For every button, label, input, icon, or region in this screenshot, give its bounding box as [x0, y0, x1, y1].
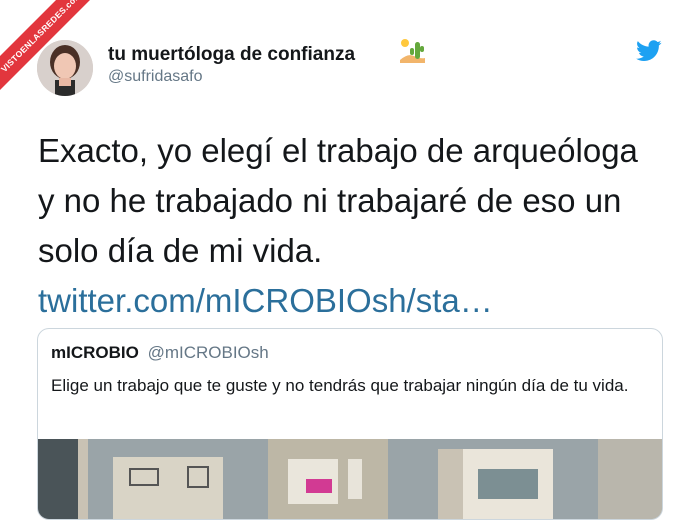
tweet-text-line: Exacto, yo elegí el trabajo de arqueólog… — [38, 132, 638, 169]
desert-cactus-emoji — [400, 39, 425, 63]
quoted-author-handle[interactable]: @mICROBIOsh — [148, 343, 269, 362]
tweet-text-line: solo día de mi vida. — [38, 232, 323, 269]
quoted-tweet-header: mICROBIO @mICROBIOsh — [51, 343, 269, 363]
tweet-link[interactable]: twitter.com/mICROBIOsh/sta… — [38, 276, 678, 326]
avatar[interactable] — [37, 40, 93, 96]
avatar-photo — [37, 40, 93, 96]
quoted-tweet-text: Elige un trabajo que te guste y no tendr… — [51, 376, 629, 395]
tweet-text-line: y no he trabajado ni trabajaré de eso un — [38, 182, 622, 219]
tweet-body: Exacto, yo elegí el trabajo de arqueólog… — [38, 126, 678, 326]
quoted-author-name[interactable]: mICROBIO — [51, 343, 139, 362]
author-name[interactable]: tu muertóloga de confianza — [108, 44, 355, 66]
author-handle[interactable]: @sufridasafo — [108, 68, 203, 86]
twitter-bird-icon[interactable] — [636, 40, 662, 62]
quoted-tweet-image[interactable] — [38, 439, 662, 519]
quoted-tweet-card[interactable]: mICROBIO @mICROBIOsh Elige un trabajo qu… — [37, 328, 663, 520]
